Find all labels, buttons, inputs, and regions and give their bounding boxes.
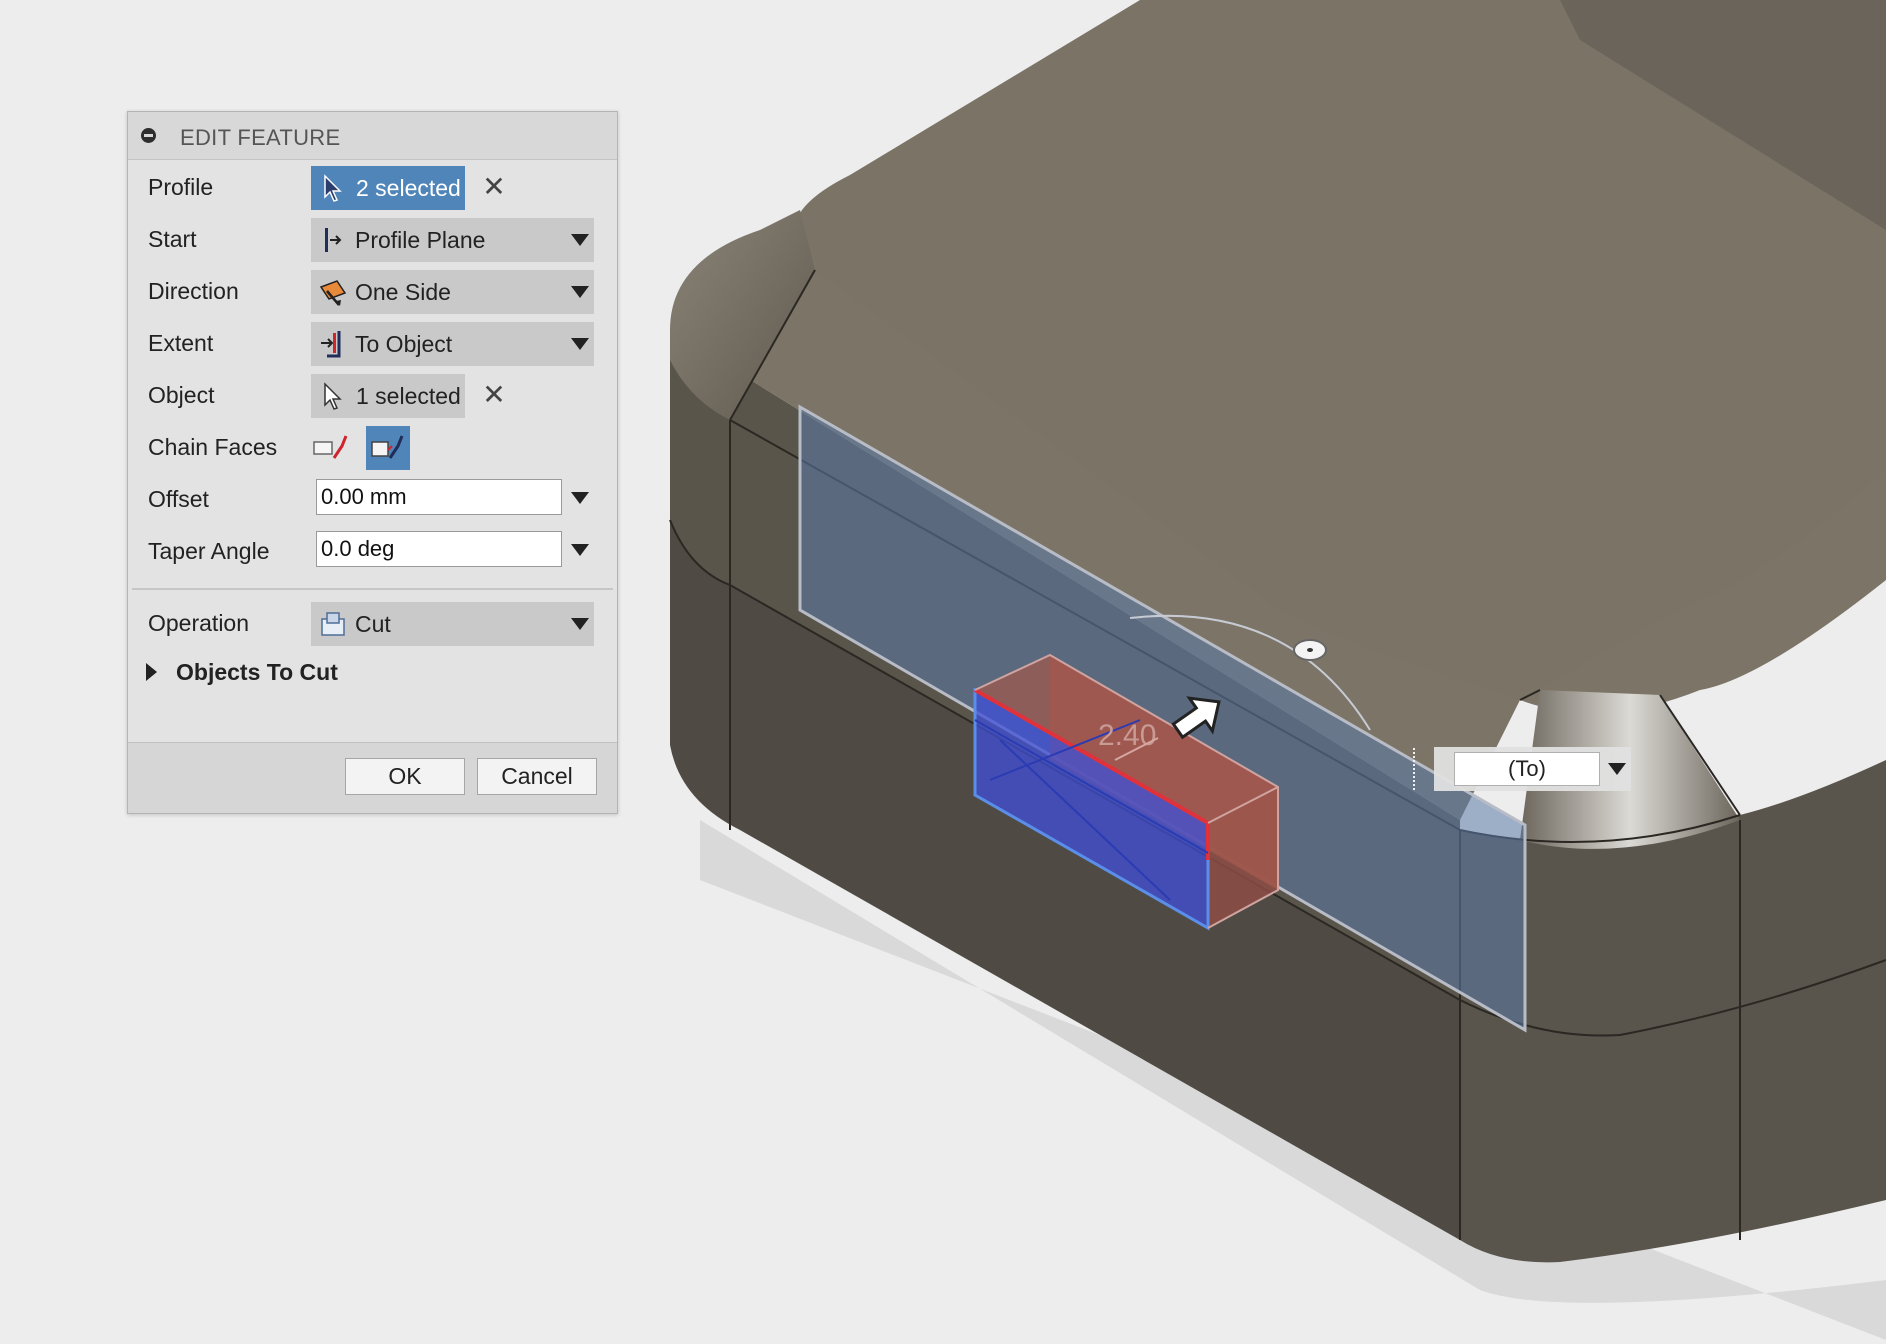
- start-value: Profile Plane: [355, 226, 486, 253]
- dialog-footer: OK Cancel: [128, 742, 617, 813]
- chain-faces-on-icon: [371, 435, 404, 459]
- operation-dropdown[interactable]: Cut: [311, 602, 594, 646]
- dropdown-arrow-icon: [571, 286, 589, 298]
- profile-value: 2 selected: [356, 174, 461, 201]
- object-row: Object 1 selected ✕: [128, 371, 617, 418]
- profile-selection-button[interactable]: 2 selected: [311, 166, 465, 210]
- divider: [132, 588, 613, 590]
- to-object-field[interactable]: (To): [1454, 752, 1600, 786]
- extent-value: To Object: [355, 330, 453, 357]
- object-value: 1 selected: [356, 382, 461, 409]
- dropdown-arrow-icon[interactable]: [1608, 763, 1626, 775]
- operation-label: Operation: [148, 610, 250, 636]
- chain-faces-row: Chain Faces: [128, 423, 617, 470]
- offset-row: Offset: [128, 475, 617, 521]
- extent-dropdown[interactable]: To Object: [311, 322, 594, 366]
- clear-x-icon[interactable]: ✕: [479, 171, 509, 202]
- direction-dropdown[interactable]: One Side: [311, 270, 594, 314]
- objects-to-cut-toggle[interactable]: Objects To Cut: [176, 659, 338, 686]
- taper-angle-label: Taper Angle: [148, 538, 270, 564]
- edit-feature-dialog: EDIT FEATURE Profile 2 selected ✕ Start …: [127, 111, 618, 814]
- operation-row: Operation Cut: [128, 599, 617, 646]
- chain-faces-off-icon: [313, 435, 348, 459]
- offset-label: Offset: [148, 486, 209, 512]
- dropdown-arrow-icon: [571, 234, 589, 246]
- operation-value: Cut: [355, 610, 391, 637]
- extent-label: Extent: [148, 330, 214, 356]
- dropdown-arrow-icon: [571, 338, 589, 350]
- cancel-button[interactable]: Cancel: [477, 758, 597, 795]
- clear-x-icon[interactable]: ✕: [479, 379, 509, 410]
- dropdown-arrow-icon: [571, 618, 589, 630]
- dialog-header[interactable]: EDIT FEATURE: [128, 112, 617, 160]
- arc-handle-dot: [1307, 648, 1313, 652]
- offset-input[interactable]: [316, 479, 562, 515]
- select-arrow-icon: [324, 174, 342, 202]
- taper-angle-input[interactable]: [316, 531, 562, 567]
- profile-plane-icon: [325, 228, 342, 252]
- direction-label: Direction: [148, 278, 239, 304]
- profile-row: Profile 2 selected ✕: [128, 163, 617, 210]
- dropdown-arrow-icon[interactable]: [571, 544, 589, 556]
- cut-icon: [321, 612, 345, 636]
- ok-button[interactable]: OK: [345, 758, 465, 795]
- select-arrow-icon: [324, 382, 342, 410]
- chain-faces-label: Chain Faces: [148, 434, 278, 460]
- chain-faces-on-button[interactable]: [366, 426, 410, 470]
- direction-row: Direction One Side: [128, 267, 617, 314]
- to-field-drag-handle[interactable]: [1413, 748, 1419, 790]
- start-row: Start Profile Plane: [128, 215, 617, 262]
- dropdown-arrow-icon[interactable]: [571, 492, 589, 504]
- taper-angle-row: Taper Angle: [128, 527, 617, 573]
- one-side-icon: [319, 280, 347, 306]
- extent-row: Extent To Object: [128, 319, 617, 366]
- direction-value: One Side: [355, 278, 451, 305]
- dialog-title: EDIT FEATURE: [180, 125, 341, 150]
- dimension-label[interactable]: 2.40: [1098, 719, 1156, 752]
- chain-faces-off-button[interactable]: [308, 426, 352, 470]
- object-selection-button[interactable]: 1 selected: [311, 374, 465, 418]
- expand-triangle-icon[interactable]: [146, 663, 157, 681]
- to-object-icon: [321, 331, 341, 358]
- start-dropdown[interactable]: Profile Plane: [311, 218, 594, 262]
- collapse-icon[interactable]: [141, 128, 156, 143]
- profile-label: Profile: [148, 174, 214, 200]
- start-label: Start: [148, 226, 197, 252]
- object-label: Object: [148, 382, 215, 408]
